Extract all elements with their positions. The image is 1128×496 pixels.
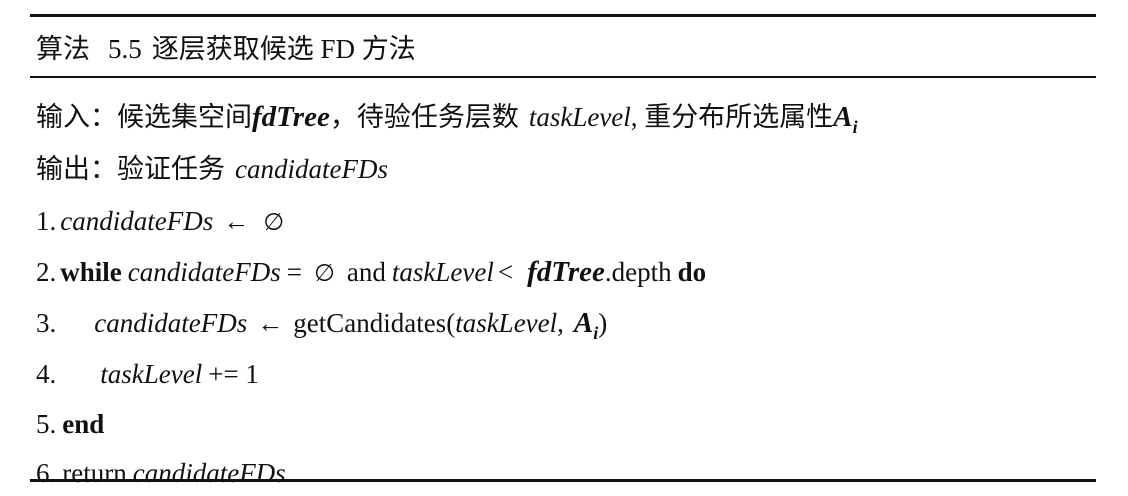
step-number: 6. (36, 458, 57, 488)
keyword-do: do (677, 257, 707, 287)
assign-arrow: ← (223, 207, 250, 236)
output-desc: 验证任务 (117, 154, 225, 184)
keyword-end: end (62, 409, 105, 439)
empty-set: ∅ (313, 259, 335, 287)
title-number: 5.5 (108, 34, 142, 64)
arg-a: A (573, 307, 594, 339)
input-label: 输入： (36, 102, 117, 132)
increment-op: += 1 (208, 359, 259, 389)
arg-a-sub: i (593, 323, 599, 343)
arg-tasklevel: taskLevel (455, 308, 558, 338)
input-desc: 候选集空间 (117, 102, 252, 132)
title-text: 逐层获取候选 FD 方法 (151, 34, 416, 64)
keyword-while: while (60, 257, 122, 287)
step-number: 5. (36, 409, 57, 439)
assign-arrow: ← (257, 309, 284, 338)
less-than: < (497, 257, 514, 287)
comma: , (557, 308, 564, 338)
step-var: candidateFDs (94, 308, 248, 338)
top-rule (30, 14, 1096, 17)
bottom-rule (30, 479, 1096, 482)
step-5: 5. end (36, 407, 104, 441)
keyword-and: and (346, 257, 386, 287)
step-2: 2. while candidateFDs = ∅ and taskLevel < fdTree… (36, 255, 706, 290)
step-4: 4. taskLevel += 1 (36, 357, 259, 391)
step-1: 1. candidateFDs ← ∅ (36, 204, 288, 239)
step-var2: taskLevel (391, 257, 494, 287)
step-number: 4. (36, 359, 57, 389)
step-var-fdtree: fdTree (527, 256, 605, 288)
empty-set: ∅ (263, 208, 285, 236)
output-var: candidateFDs (235, 154, 388, 184)
step-3: 3. candidateFDs ← getCandidates(taskLevel, A… (36, 306, 607, 343)
input-sep2: , 重分布所选属性 (630, 102, 834, 132)
title-prefix: 算法 (36, 34, 90, 64)
function-call: getCandidates( (293, 308, 456, 338)
keyword-return: return (62, 458, 127, 488)
input-sep1: ，待验任务层数 (329, 102, 519, 132)
step-6: 6. return candidateFDs (36, 456, 286, 490)
equals-sign: = (286, 257, 302, 287)
step-var: candidateFDs (60, 206, 214, 236)
header-rule (30, 76, 1096, 78)
input-line: 输入：候选集空间fdTree，待验任务层数 taskLevel, 重分布所选属性A… (36, 100, 858, 137)
input-var-fdtree: fdTree (252, 101, 330, 133)
step-number: 3. (36, 308, 57, 338)
algorithm-box: 算法 5.5 逐层获取候选 FD 方法 输入：候选集空间fdTree，待验任务层数 t… (30, 14, 1096, 488)
step-var: candidateFDs (132, 458, 286, 488)
input-var-tasklevel: taskLevel (528, 102, 631, 132)
close-paren: ) (598, 308, 608, 338)
step-var: candidateFDs (127, 257, 281, 287)
step-var: taskLevel (100, 359, 203, 389)
step-number: 2. (36, 257, 57, 287)
algorithm-title: 算法 5.5 逐层获取候选 FD 方法 (36, 32, 416, 66)
output-line: 输出：验证任务 candidateFDs (36, 152, 388, 186)
output-label: 输出： (36, 154, 117, 184)
depth-attr: .depth (604, 257, 672, 287)
step-number: 1. (36, 206, 57, 236)
input-var-a-sub: i (852, 117, 858, 137)
input-var-a: A (833, 101, 853, 133)
